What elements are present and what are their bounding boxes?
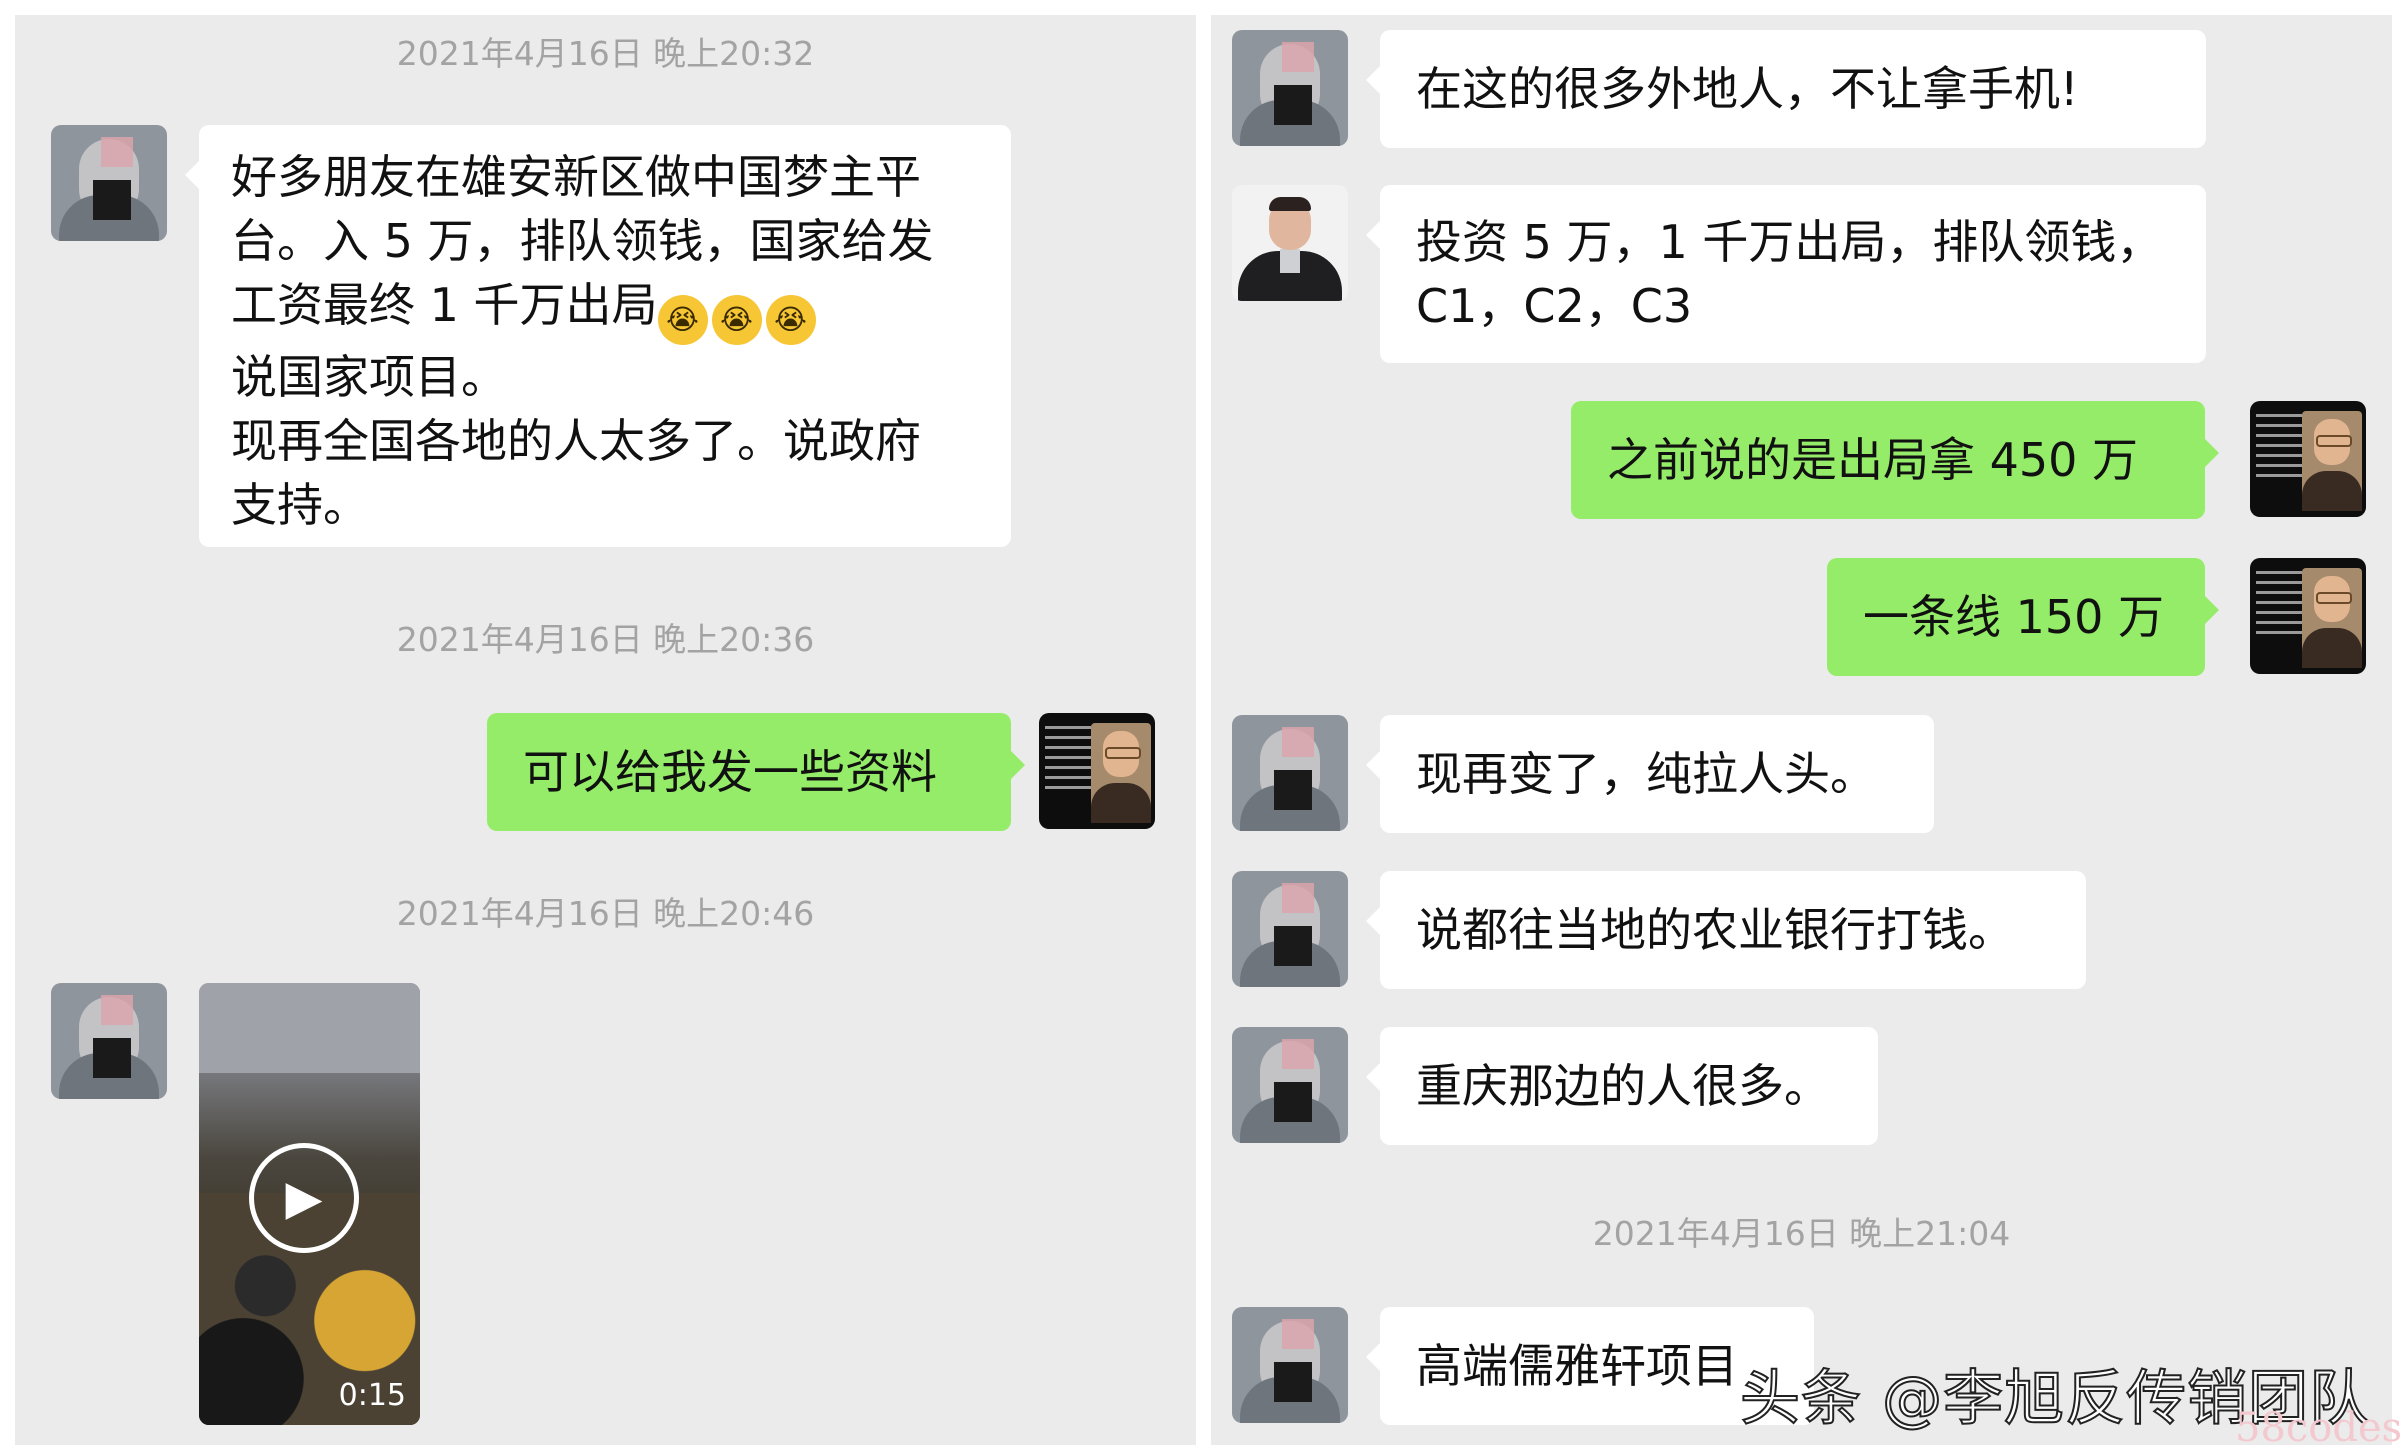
my-avatar[interactable]	[2250, 558, 2366, 674]
message-text: 重庆那边的人很多。	[1416, 1059, 1830, 1113]
play-icon[interactable]: ▶	[249, 1143, 359, 1253]
received-message[interactable]: 在这的很多外地人，不让拿手机!	[1366, 30, 2206, 148]
message-line: 说国家项目。	[231, 350, 507, 404]
message-text: 说都往当地的农业银行打钱。	[1416, 903, 2014, 957]
contact-avatar[interactable]	[1232, 871, 1348, 987]
message-text: 在这的很多外地人，不让拿手机!	[1416, 62, 2079, 116]
sent-message[interactable]: 一条线 150 万	[1827, 558, 2219, 676]
message-text: 一条线 150 万	[1863, 590, 2165, 644]
sent-message[interactable]: 可以给我发一些资料	[487, 713, 1025, 831]
message-text: 之前说的是出局拿 450 万	[1607, 433, 2139, 487]
left-chat-panel: 2021年4月16日 晚上20:32 好多朋友在雄安新区做中国梦主平 台。入 5…	[15, 15, 1196, 1445]
crying-emoji-icon: 😭	[711, 295, 762, 345]
message-line: 工资最终 1 千万出局 😭 😭 😭	[231, 273, 979, 345]
timestamp: 2021年4月16日 晚上20:46	[396, 894, 815, 933]
timestamp: 2021年4月16日 晚上20:32	[396, 34, 815, 73]
message-text: 现再变了，纯拉人头。	[1416, 747, 1876, 801]
message-line: 投资 5 万，1 千万出局，排队领钱，	[1416, 215, 2163, 269]
video-message[interactable]: ▶ 0:15	[199, 983, 420, 1425]
crying-emoji-icon: 😭	[765, 295, 816, 345]
message-line: 台。入 5 万，排队领钱，国家给发	[231, 214, 934, 268]
timestamp: 2021年4月16日 晚上20:36	[396, 620, 815, 659]
received-message[interactable]: 投资 5 万，1 千万出局，排队领钱， C1，C2，C3	[1366, 185, 2206, 363]
message-line: 好多朋友在雄安新区做中国梦主平	[231, 150, 921, 204]
contact-avatar[interactable]	[1232, 1027, 1348, 1143]
message-line: 现再全国各地的人太多了。说政府	[231, 414, 921, 468]
received-message[interactable]: 重庆那边的人很多。	[1366, 1027, 1878, 1145]
message-text: 可以给我发一些资料	[523, 745, 937, 799]
received-message[interactable]: 好多朋友在雄安新区做中国梦主平 台。入 5 万，排队领钱，国家给发 工资最终 1…	[185, 125, 1011, 547]
contact-avatar[interactable]	[51, 125, 167, 241]
message-text: 高端儒雅轩项目	[1416, 1339, 1738, 1393]
site-watermark: 58codes	[2235, 1405, 2403, 1451]
contact-avatar[interactable]	[51, 983, 167, 1099]
received-message[interactable]: 现再变了，纯拉人头。	[1366, 715, 1934, 833]
message-line: C1，C2，C3	[1416, 279, 1693, 333]
timestamp: 2021年4月16日 晚上21:04	[1592, 1214, 2011, 1253]
contact-avatar[interactable]	[1232, 715, 1348, 831]
received-message[interactable]: 说都往当地的农业银行打钱。	[1366, 871, 2086, 989]
contact-avatar[interactable]	[1232, 1307, 1348, 1423]
message-line: 支持。	[231, 478, 369, 532]
my-avatar[interactable]	[1039, 713, 1155, 829]
message-text: 工资最终 1 千万出局	[231, 278, 658, 332]
contact-avatar[interactable]	[1232, 30, 1348, 146]
video-duration: 0:15	[338, 1378, 406, 1413]
my-avatar[interactable]	[2250, 401, 2366, 517]
crying-emoji-icon: 😭	[657, 295, 708, 345]
contact-avatar[interactable]	[1232, 185, 1348, 301]
sent-message[interactable]: 之前说的是出局拿 450 万	[1571, 401, 2219, 519]
right-chat-panel: 在这的很多外地人，不让拿手机! 投资 5 万，1 千万出局，排队领钱， C1，C…	[1211, 15, 2392, 1445]
